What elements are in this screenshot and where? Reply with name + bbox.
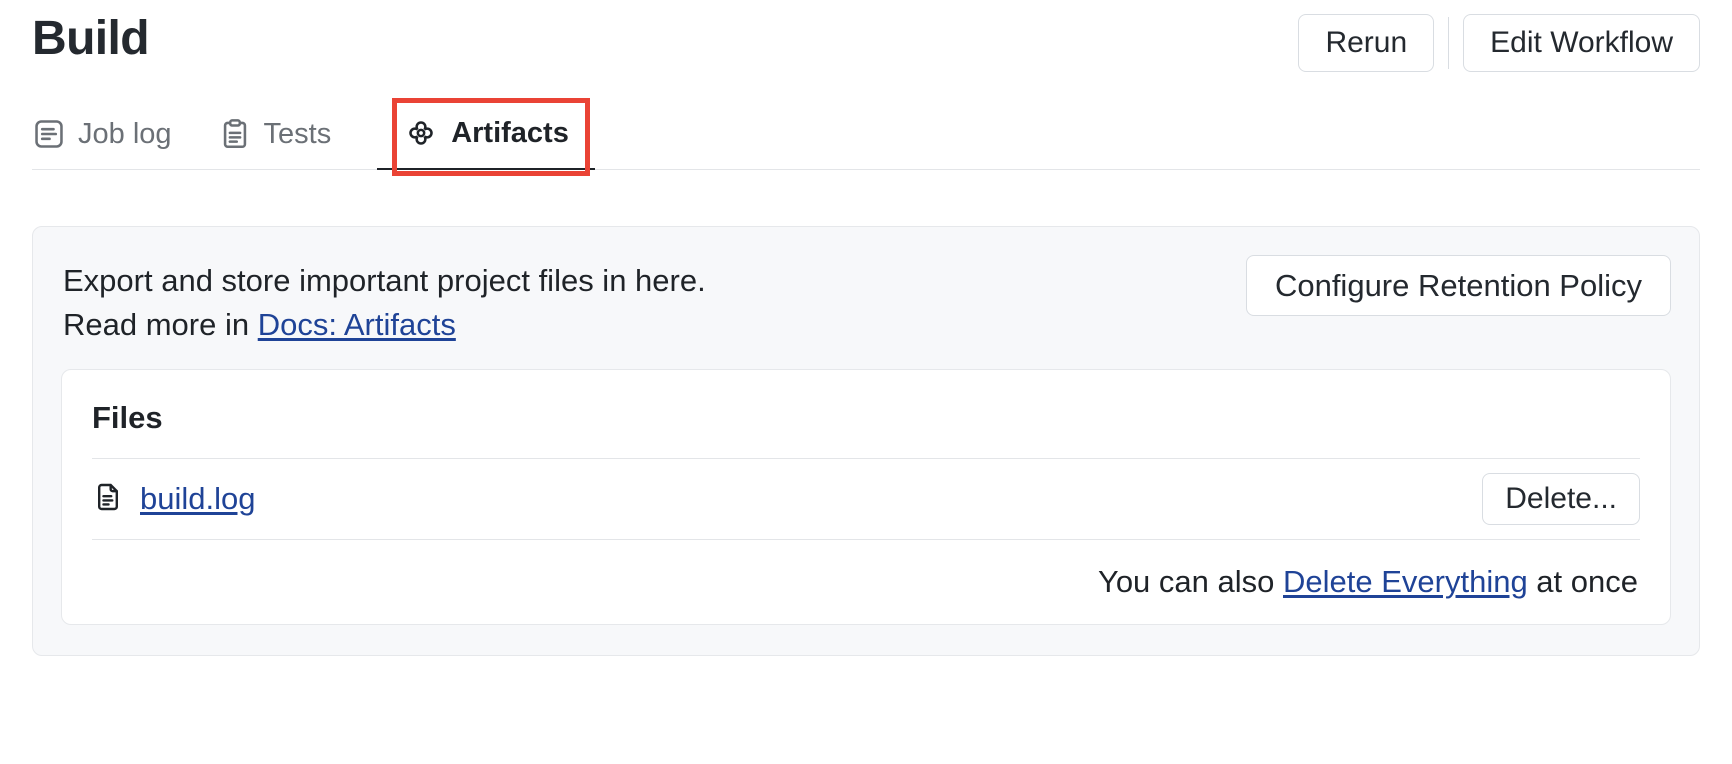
artifacts-panel: Export and store important project files… (32, 226, 1700, 656)
file-icon (92, 481, 124, 518)
tab-job-log[interactable]: Job log (32, 117, 194, 169)
file-name-link[interactable]: build.log (140, 481, 255, 517)
artifacts-description: Export and store important project files… (61, 253, 706, 347)
header-actions: Rerun Edit Workflow (1298, 10, 1700, 72)
delete-file-button[interactable]: Delete... (1482, 473, 1640, 526)
file-row-left: build.log (92, 481, 255, 518)
rerun-button[interactable]: Rerun (1298, 14, 1435, 72)
artifacts-description-line-1: Export and store important project files… (63, 263, 706, 298)
delete-everything-link[interactable]: Delete Everything (1283, 564, 1528, 599)
edit-workflow-button[interactable]: Edit Workflow (1463, 14, 1700, 72)
files-title: Files (92, 400, 163, 436)
configure-retention-policy-button[interactable]: Configure Retention Policy (1245, 255, 1671, 316)
files-footer-prefix: You can also (1097, 564, 1283, 600)
tab-tests[interactable]: Tests (218, 117, 354, 169)
artifacts-description-line-2: Read more in Docs: Artifacts (63, 303, 706, 347)
table-row: build.log Delete... (92, 459, 1640, 541)
artifacts-page: Build Rerun Edit Workflow Job log Tests … (0, 0, 1732, 764)
header-action-divider (1448, 17, 1450, 69)
page-header: Build Rerun Edit Workflow (32, 0, 1700, 90)
artifacts-icon (403, 115, 439, 151)
page-title: Build (32, 12, 150, 65)
files-footer: You can also Delete Everything at once (92, 540, 1640, 600)
docs-artifacts-link[interactable]: Docs: Artifacts (258, 307, 456, 342)
files-card: Files build.log Delete... You can also D… (61, 369, 1671, 626)
artifacts-panel-header: Export and store important project files… (61, 253, 1671, 347)
clipboard-icon (218, 117, 252, 151)
job-log-icon (32, 117, 66, 151)
read-more-prefix: Read more in (63, 307, 258, 343)
tab-artifacts-label: Artifacts (451, 116, 569, 149)
tab-job-log-label: Job log (78, 117, 172, 150)
tab-bar: Job log Tests Artifacts (32, 94, 1700, 176)
files-footer-suffix: at once (1527, 564, 1638, 600)
tab-tests-label: Tests (263, 117, 332, 150)
tab-artifacts[interactable]: Artifacts (377, 115, 595, 170)
